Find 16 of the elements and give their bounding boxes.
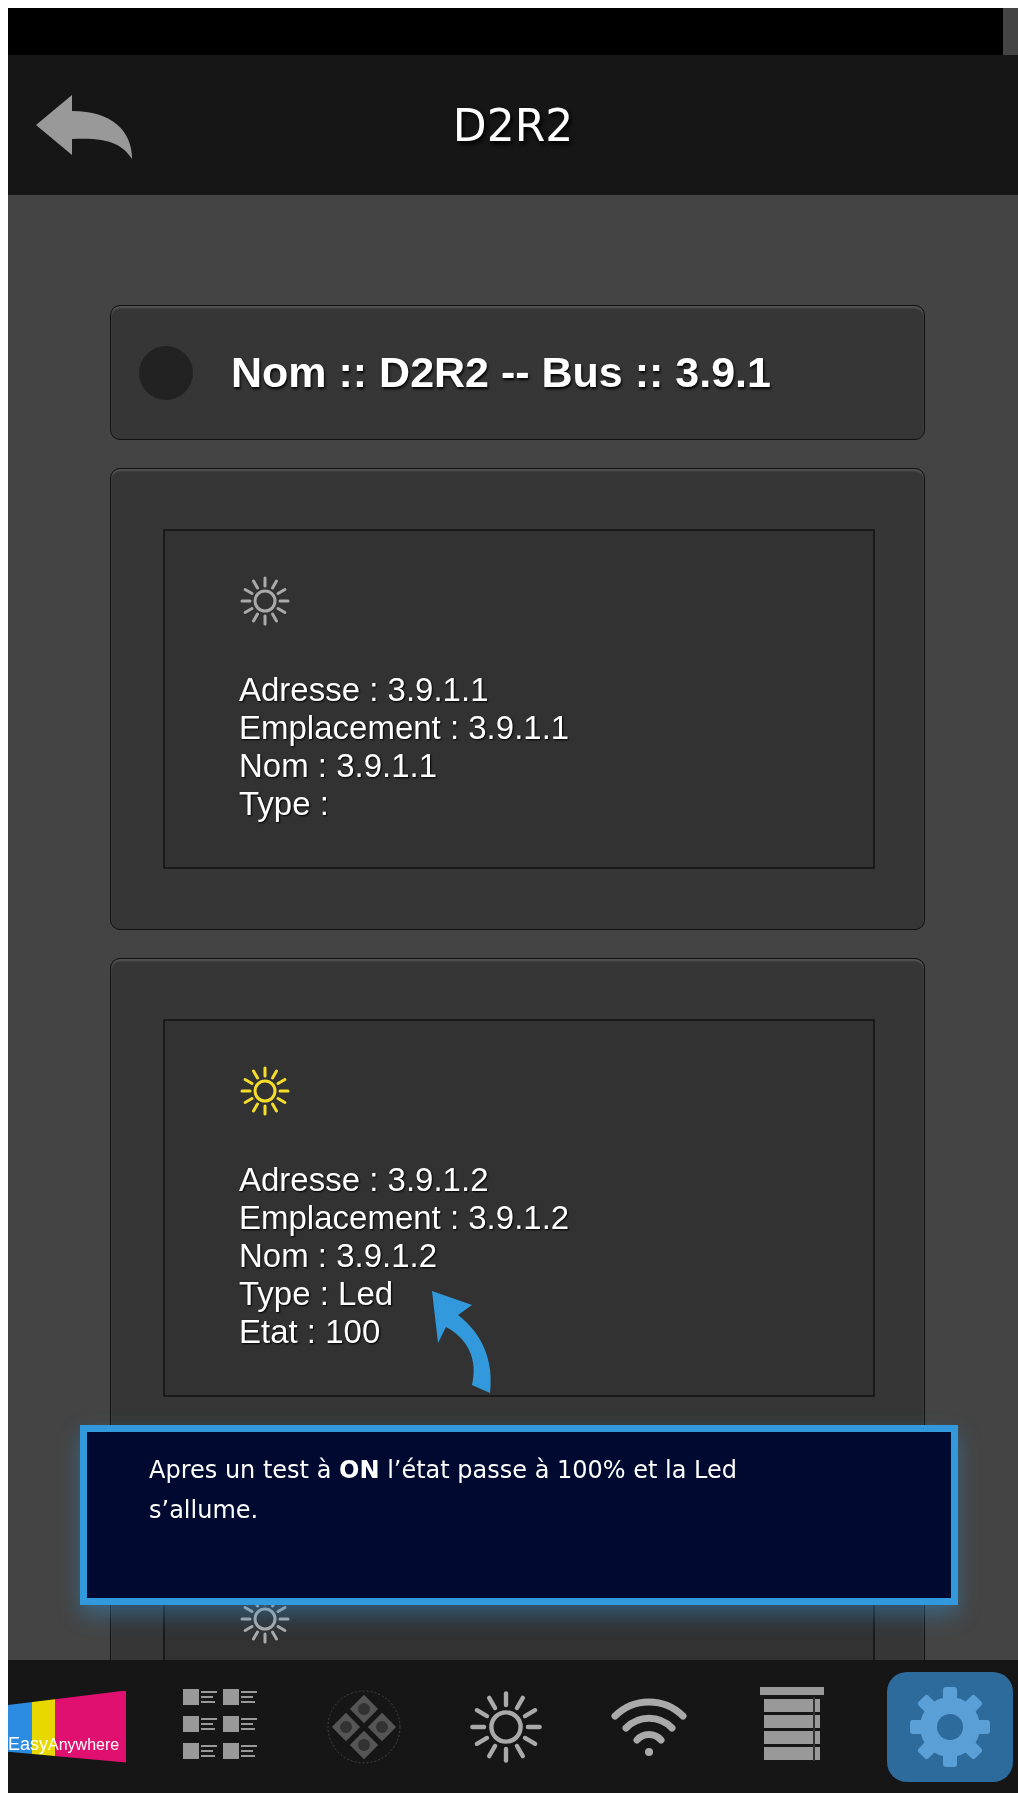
channel-field: Adresse : 3.9.1.1 [239, 671, 489, 709]
channel-field: Type : [239, 785, 329, 823]
sun-icon [468, 1688, 545, 1765]
channel-field: Nom : 3.9.1.1 [239, 747, 438, 785]
channel-field: Type : Led [239, 1275, 394, 1313]
device-title: Nom :: D2R2 -- Bus :: 3.9.1 [231, 348, 771, 397]
nav-tab[interactable] [886, 1671, 1013, 1782]
channel-field: Emplacement : 3.9.1.2 [239, 1199, 570, 1237]
channel-field: Etat : 100 [239, 1313, 381, 1351]
dpad-icon [325, 1688, 402, 1765]
channel-field: Adresse : 3.9.1.2 [239, 1161, 489, 1199]
channel-field: Emplacement : 3.9.1.1 [239, 709, 570, 747]
settings-icon [907, 1684, 992, 1769]
callout-text: Apres un test à ON l’état passe à 100% et la Led s’allume. [80, 1425, 958, 1605]
channel-field: Nom : 3.9.1.2 [239, 1237, 438, 1275]
screen-title: D2R2 [452, 99, 574, 151]
